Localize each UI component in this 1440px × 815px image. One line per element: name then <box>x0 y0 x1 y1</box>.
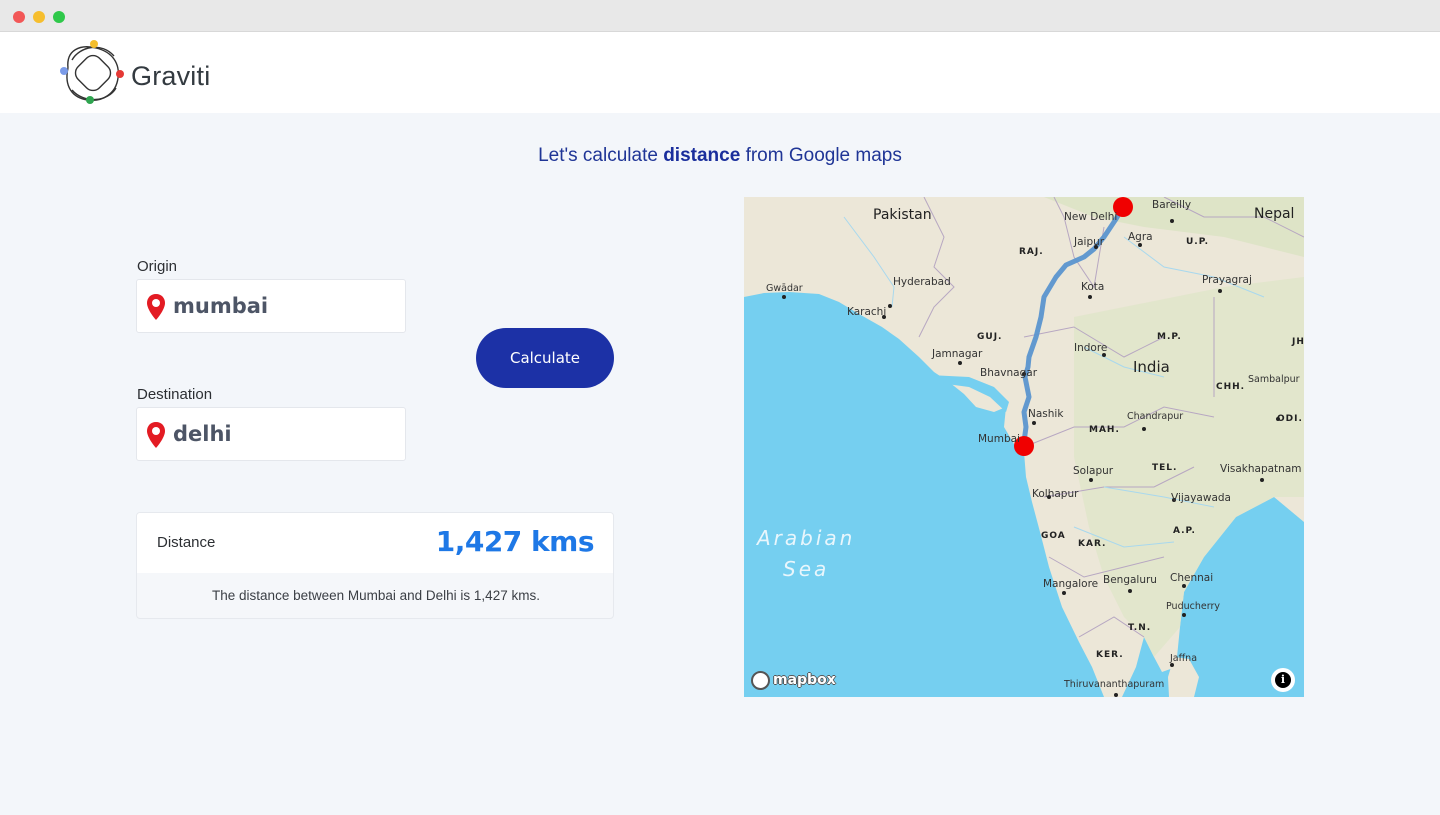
map-label-mp: M.P. <box>1157 332 1182 342</box>
map-label-solapur: Solapur <box>1073 465 1114 477</box>
map-label-visakhapatnam: Visakhapatnam <box>1220 463 1302 475</box>
origin-label: Origin <box>137 258 178 275</box>
map-label-mah: MAH. <box>1089 425 1120 435</box>
map-label-indore: Indore <box>1074 342 1108 354</box>
map-label-kar: KAR. <box>1078 539 1107 549</box>
distance-label: Distance <box>157 534 216 551</box>
distance-result-card: Distance 1,427 kms The distance between … <box>136 512 614 619</box>
distance-sentence: The distance between Mumbai and Delhi is… <box>212 588 540 603</box>
map-label-kota: Kota <box>1081 281 1105 293</box>
close-window-button[interactable] <box>13 11 25 23</box>
map-label-ap: A.P. <box>1173 526 1196 536</box>
brand-name: Graviti <box>131 61 211 91</box>
map-label-agra: Agra <box>1128 231 1153 243</box>
map-label-karachi: Karachi <box>847 306 887 318</box>
map-label-jaipur: Jaipur <box>1074 236 1105 248</box>
map-label-prayagraj: Prayagraj <box>1202 274 1252 286</box>
map-label-bareilly: Bareilly <box>1152 199 1192 211</box>
map-label-goa: GOA <box>1041 531 1066 541</box>
location-pin-icon <box>147 422 165 448</box>
route-map[interactable]: Pakistan Nepal India New Delhi Bareilly … <box>744 197 1304 697</box>
map-label-mangalore: Mangalore <box>1043 578 1099 590</box>
destination-input[interactable] <box>173 416 398 452</box>
map-label-nashik: Nashik <box>1028 408 1064 420</box>
info-icon: i <box>1275 672 1291 688</box>
map-label-jaffna: Jaffna <box>1170 653 1198 664</box>
map-label-odi: ODI. <box>1277 414 1303 424</box>
map-label-jamnagar: Jamnagar <box>932 348 983 360</box>
map-label-ker: KER. <box>1096 650 1124 660</box>
page-heading: Let's calculate distance from Google map… <box>538 145 902 166</box>
map-label-india: India <box>1133 358 1170 376</box>
destination-label: Destination <box>137 386 213 403</box>
map-label-sambalpur: Sambalpur <box>1248 374 1300 385</box>
map-label-arabian: Arabian <box>757 526 856 550</box>
map-label-hyderabad: Hyderabad <box>893 276 951 288</box>
map-label-pakistan: Pakistan <box>873 207 932 223</box>
location-pin-icon <box>147 294 165 320</box>
window-titlebar <box>0 0 1440 32</box>
mapbox-logo[interactable]: mapbox <box>751 669 836 691</box>
map-label-gwadar: Gwādar <box>766 283 803 294</box>
graviti-logo-icon[interactable] <box>58 38 128 108</box>
origin-input[interactable] <box>173 288 398 324</box>
map-label-mumbai: Mumbai <box>978 433 1020 445</box>
map-label-up: U.P. <box>1186 237 1210 247</box>
map-info-button[interactable]: i <box>1271 668 1295 692</box>
map-label-vijayawada: Vijayawada <box>1171 492 1231 504</box>
map-label-sea: Sea <box>783 557 830 581</box>
site-header: Graviti <box>0 32 1440 113</box>
result-header: Distance 1,427 kms <box>137 513 613 573</box>
destination-field[interactable] <box>136 407 406 461</box>
heading-emphasis: distance <box>663 145 741 166</box>
origin-field[interactable] <box>136 279 406 333</box>
calculate-button[interactable]: Calculate <box>476 328 614 388</box>
map-label-chandrapur: Chandrapur <box>1127 411 1184 422</box>
distance-value: 1,427 kms <box>435 525 595 558</box>
map-label-nepal: Nepal <box>1254 206 1295 222</box>
map-label-new-delhi: New Delhi <box>1064 211 1118 223</box>
maximize-window-button[interactable] <box>53 11 65 23</box>
map-label-thiruvananthapuram: Thiruvananthapuram <box>1064 679 1165 690</box>
map-label-kolhapur: Kolhapur <box>1032 488 1079 500</box>
map-label-chennai: Chennai <box>1170 572 1214 584</box>
minimize-window-button[interactable] <box>33 11 45 23</box>
map-label-tn: T.N. <box>1128 623 1152 633</box>
map-canvas[interactable] <box>744 197 1304 697</box>
map-label-bengaluru: Bengaluru <box>1103 574 1157 586</box>
map-label-guj: GUJ. <box>977 332 1003 342</box>
mapbox-icon <box>751 670 770 690</box>
map-label-bhavnagar: Bhavnagar <box>980 367 1038 379</box>
map-label-puducherry: Puducherry <box>1166 601 1220 612</box>
map-label-chh: CHH. <box>1216 382 1246 392</box>
map-label-jh: JH <box>1292 337 1304 347</box>
map-label-raj: RAJ. <box>1019 247 1044 257</box>
map-label-tel: TEL. <box>1152 463 1178 473</box>
